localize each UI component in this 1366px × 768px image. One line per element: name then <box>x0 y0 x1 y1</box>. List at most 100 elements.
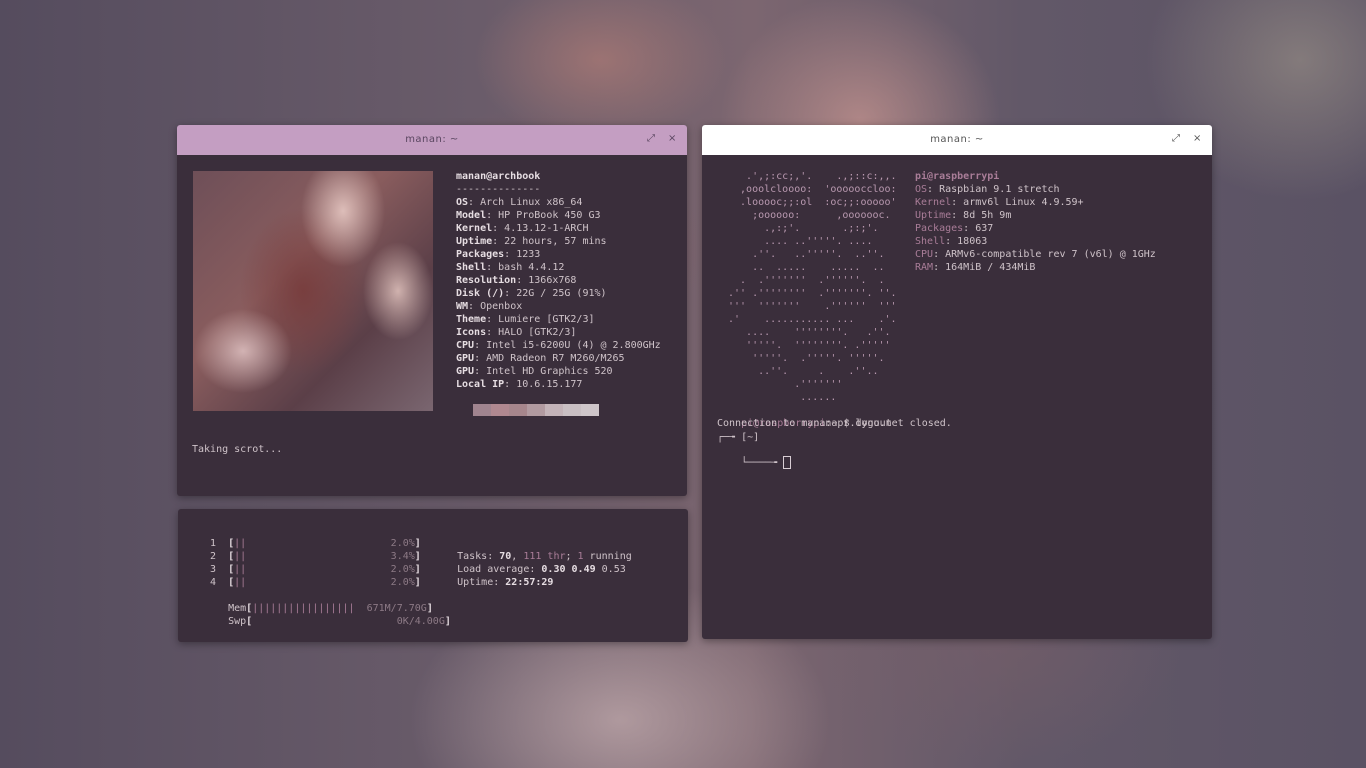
info-colon: : <box>474 366 487 377</box>
info-row: OS: Raspbian 9.1 stretch <box>915 183 1060 196</box>
info-row: RAM: 164MiB / 434MiB <box>915 261 1035 274</box>
info-key: Uptime <box>915 210 952 221</box>
info-key: GPU <box>456 353 475 364</box>
info-value: 10.6.15.177 <box>516 379 583 390</box>
logo-line: '''''. .'''''. '''''. <box>728 353 885 364</box>
cpu-number: 2 <box>204 551 229 562</box>
info-key: RAM <box>915 262 934 273</box>
bracket-close: ] <box>414 551 421 562</box>
info-colon: : <box>492 236 505 247</box>
maximize-icon[interactable]: ⤢ <box>647 133 655 144</box>
info-key: Icons <box>456 327 487 338</box>
info-colon: : <box>474 340 487 351</box>
color-swatch <box>581 404 599 416</box>
cpu-meter: 2 [|| 3.4%] <box>204 550 421 563</box>
info-key: Shell <box>915 236 946 247</box>
color-swatch <box>545 404 563 416</box>
info-value: 1233 <box>516 249 541 260</box>
logo-line: .,:;'. .;:;'. <box>728 223 879 234</box>
info-value: ARMv6-compatible rev 7 (v6l) @ 1GHz <box>945 249 1156 260</box>
info-row: OS: Arch Linux x86_64 <box>456 196 582 209</box>
info-row: Packages: 1233 <box>456 248 540 261</box>
info-colon: : <box>933 262 946 273</box>
info-colon: : <box>504 249 517 260</box>
logo-line: ...... <box>728 392 837 403</box>
info-row: Resolution: 1366x768 <box>456 274 576 287</box>
color-swatch <box>563 404 581 416</box>
info-row: Kernel: armv6l Linux 4.9.59+ <box>915 196 1084 209</box>
bracket-close: ] <box>414 564 421 575</box>
info-row: WM: Openbox <box>456 300 522 313</box>
info-value: 164MiB / 434MiB <box>945 262 1036 273</box>
close-icon[interactable]: × <box>668 133 676 144</box>
logo-line: .... ..'''''. .... <box>728 236 873 247</box>
info-row: Shell: 18063 <box>915 235 987 248</box>
info-row: Theme: Lumiere [GTK2/3] <box>456 313 594 326</box>
cpu-number: 3 <box>204 564 229 575</box>
cpu-meter: 4 [|| 2.0%] <box>204 576 421 589</box>
info-key: Resolution <box>456 275 517 286</box>
info-colon: : <box>504 288 517 299</box>
logo-line: ''' ''''''' .'''''' ''' <box>728 301 897 312</box>
right-terminal-window[interactable]: manan: ~ ⤢ × .',;:cc;,'. .,;::c:,,. ,ooo… <box>702 125 1212 639</box>
close-icon[interactable]: × <box>1193 133 1201 144</box>
info-row: Kernel: 4.13.12-1-ARCH <box>456 222 588 235</box>
info-key: OS <box>915 184 928 195</box>
logo-line: ..''. . .''.. <box>728 366 879 377</box>
info-value: Openbox <box>480 301 523 312</box>
cpu-spacer <box>246 577 391 588</box>
logo-line: .''. ..'''''. ..''. <box>728 249 885 260</box>
cpu-number: 1 <box>204 538 229 549</box>
uptime-value: 22:57:29 <box>505 577 554 588</box>
logo-line: '''''. ''''''''. .''''' <box>728 340 891 351</box>
info-colon: : <box>486 210 499 221</box>
info-value: Intel i5-6200U (4) @ 2.800GHz <box>486 340 661 351</box>
info-row: CPU: Intel i5-6200U (4) @ 2.800GHz <box>456 339 661 352</box>
info-row: CPU: ARMv6-compatible rev 7 (v6l) @ 1GHz <box>915 248 1156 261</box>
terminal-cursor[interactable] <box>783 456 792 469</box>
info-row: GPU: AMD Radeon R7 M260/M265 <box>456 352 625 365</box>
info-row: Icons: HALO [GTK2/3] <box>456 326 576 339</box>
info-row: Uptime: 22 hours, 57 mins <box>456 235 607 248</box>
info-key: GPU <box>456 366 475 377</box>
htop-window[interactable]: 1 [|| 2.0%] 2 [|| 3.4%] 3 [|| 2.0%] 4 [|… <box>178 509 688 642</box>
left-terminal-window[interactable]: manan: ~ ⤢ × manan@archbook ------------… <box>177 125 687 496</box>
info-value: 18063 <box>957 236 988 247</box>
info-value: bash 4.4.12 <box>498 262 565 273</box>
info-row: Disk (/): 22G / 25G (91%) <box>456 287 607 300</box>
logo-line: ,ooolcloooo: 'oooooccloo: <box>728 184 897 195</box>
info-colon: : <box>468 197 481 208</box>
info-colon: : <box>516 275 529 286</box>
cpu-bar: || <box>234 564 247 575</box>
maximize-icon[interactable]: ⤢ <box>1172 133 1180 144</box>
info-colon: : <box>963 223 976 234</box>
info-row: Model: HP ProBook 450 G3 <box>456 209 601 222</box>
cpu-number: 4 <box>204 577 229 588</box>
right-terminal-titlebar[interactable]: manan: ~ ⤢ × <box>702 125 1212 155</box>
logo-line: .''''''' <box>728 379 843 390</box>
prompt-bottom-line[interactable]: └────╼ <box>717 443 792 483</box>
info-value: Raspbian 9.1 stretch <box>939 184 1060 195</box>
cpu-bar: || <box>234 538 247 549</box>
info-colon: : <box>504 379 517 390</box>
info-key: CPU <box>456 340 475 351</box>
left-terminal-titlebar[interactable]: manan: ~ ⤢ × <box>177 125 687 155</box>
info-colon: : <box>486 327 499 338</box>
info-value: 4.13.12-1-ARCH <box>504 223 589 234</box>
info-key: Kernel <box>915 197 952 208</box>
logo-line: ;oooooo: ,ooooooc. <box>728 210 891 221</box>
swp-value: 0K/4.00G <box>396 616 445 627</box>
info-value: HP ProBook 450 G3 <box>498 210 601 221</box>
cpu-meter: 3 [|| 2.0%] <box>204 563 421 576</box>
connection-closed-line: Connection to mananapr.dynu.net closed. <box>717 418 952 429</box>
cpu-spacer <box>246 551 391 562</box>
info-key: Packages <box>456 249 505 260</box>
cpu-spacer <box>246 538 391 549</box>
cpu-percent: 3.4% <box>390 551 415 562</box>
info-key: Packages <box>915 223 964 234</box>
cpu-percent: 2.0% <box>390 577 415 588</box>
window-title: manan: ~ <box>405 134 459 145</box>
info-key: WM <box>456 301 469 312</box>
logo-line: .... ''''''''. .''. <box>728 327 891 338</box>
info-colon: : <box>486 314 499 325</box>
